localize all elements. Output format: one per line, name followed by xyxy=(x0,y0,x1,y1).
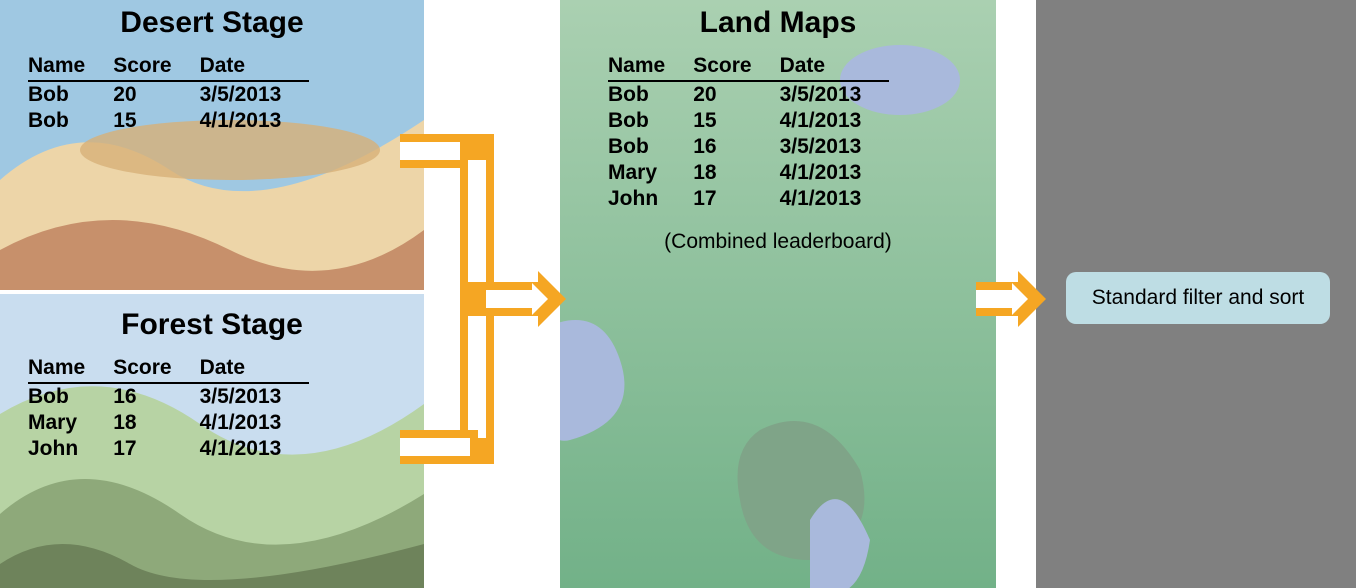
desert-table: Name Score Date Bob 20 3/5/2013 Bob 15 4… xyxy=(28,54,309,134)
forest-title: Forest Stage xyxy=(0,302,424,356)
table-row: Bob 15 4/1/2013 xyxy=(608,108,889,134)
col-date: Date xyxy=(200,356,310,383)
desert-panel: Desert Stage Name Score Date Bob 20 3/5/… xyxy=(0,0,424,134)
table-row: Bob 15 4/1/2013 xyxy=(28,108,309,134)
col-score: Score xyxy=(693,54,779,81)
col-name: Name xyxy=(28,54,113,81)
table-row: Bob 16 3/5/2013 xyxy=(28,383,309,410)
col-name: Name xyxy=(28,356,113,383)
connector xyxy=(486,290,532,308)
forest-panel: Forest Stage Name Score Date Bob 16 3/5/… xyxy=(0,302,424,462)
desert-title: Desert Stage xyxy=(0,0,424,54)
diagram-root: Desert Stage Name Score Date Bob 20 3/5/… xyxy=(0,0,1356,588)
table-row: John 17 4/1/2013 xyxy=(608,186,889,212)
table-row: Mary 18 4/1/2013 xyxy=(608,160,889,186)
arrowhead-icon xyxy=(1012,283,1028,315)
col-score: Score xyxy=(113,356,199,383)
table-row: Bob 20 3/5/2013 xyxy=(28,81,309,108)
col-name: Name xyxy=(608,54,693,81)
connector xyxy=(976,290,1012,308)
table-row: Bob 16 3/5/2013 xyxy=(608,134,889,160)
landmap-title: Land Maps xyxy=(560,0,996,54)
arrowhead-icon xyxy=(532,283,548,315)
table-row: Mary 18 4/1/2013 xyxy=(28,410,309,436)
table-row: John 17 4/1/2013 xyxy=(28,436,309,462)
forest-table: Name Score Date Bob 16 3/5/2013 Mary 18 … xyxy=(28,356,309,462)
landmap-subtitle: (Combined leaderboard) xyxy=(560,230,996,254)
col-date: Date xyxy=(200,54,310,81)
col-date: Date xyxy=(780,54,890,81)
output-pill: Standard filter and sort xyxy=(1066,272,1330,324)
landmap-table: Name Score Date Bob 20 3/5/2013 Bob 15 4… xyxy=(608,54,889,212)
col-score: Score xyxy=(113,54,199,81)
table-row: Bob 20 3/5/2013 xyxy=(608,81,889,108)
landmap-panel: Land Maps Name Score Date Bob 20 3/5/201… xyxy=(560,0,996,254)
